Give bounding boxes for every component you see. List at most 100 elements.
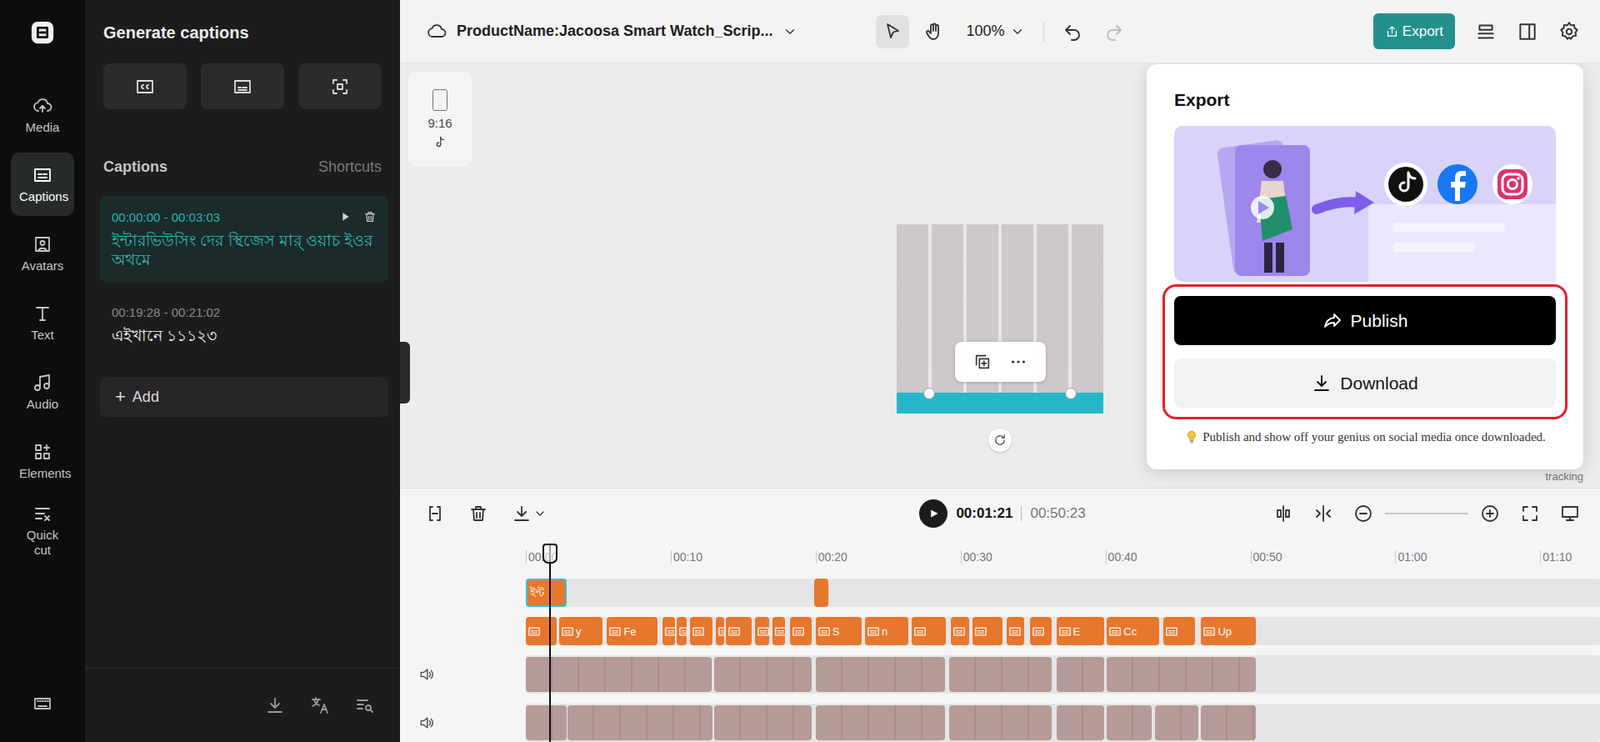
search-replace-icon[interactable] — [355, 695, 375, 715]
redo-button[interactable] — [1097, 15, 1131, 49]
timeline-clip[interactable] — [715, 616, 725, 645]
duplicate-icon[interactable] — [973, 352, 992, 371]
trash-icon[interactable] — [363, 210, 377, 224]
caption-overlay[interactable] — [896, 392, 1104, 414]
video-preview[interactable] — [896, 224, 1104, 414]
rail-item[interactable]: Text — [10, 290, 75, 355]
snap-icon[interactable] — [1273, 503, 1294, 524]
caption-text[interactable]: এইখানে ১১১২৩ — [111, 325, 377, 345]
link-icon[interactable] — [1313, 503, 1334, 524]
download-dropdown[interactable] — [511, 503, 547, 524]
gear-icon[interactable] — [1558, 20, 1580, 43]
scan-captions-button[interactable] — [298, 63, 382, 110]
timeline-clip[interactable]: Cc — [1106, 616, 1160, 645]
zoom-slider[interactable] — [1385, 512, 1469, 515]
timeline-clip[interactable] — [772, 616, 786, 645]
project-title[interactable]: ProductName:Jacoosa Smart Watch_Scrip... — [456, 22, 773, 40]
undo-button[interactable] — [1055, 15, 1090, 49]
timeline-clip[interactable] — [725, 616, 752, 645]
timeline-clip[interactable]: n — [865, 616, 909, 645]
timeline-clip[interactable] — [1155, 705, 1199, 740]
timeline-clip[interactable] — [815, 656, 945, 692]
caption-item[interactable]: 00:19:28 - 00:21:02এইখানে ১১১২৩ — [100, 290, 389, 359]
timeline-clip[interactable] — [949, 705, 1053, 740]
timeline-clip[interactable]: y — [559, 616, 603, 645]
timeline-clip[interactable]: ইন্ট — [525, 578, 567, 607]
resize-handle[interactable] — [1065, 387, 1077, 400]
keyboard-button[interactable] — [32, 693, 53, 742]
timeline-clip[interactable] — [1006, 616, 1025, 645]
side-panel-icon[interactable] — [1516, 20, 1539, 43]
timeline-clip[interactable] — [1056, 705, 1105, 740]
chevron-down-icon[interactable] — [782, 24, 798, 40]
play-icon[interactable] — [338, 210, 352, 224]
timeline-clip[interactable] — [525, 705, 567, 740]
timeline-clip[interactable] — [949, 656, 1053, 692]
volume-icon[interactable] — [418, 714, 435, 731]
rail-item[interactable]: Audio — [10, 360, 75, 424]
zoom-dropdown[interactable]: 100% — [959, 22, 1031, 40]
timeline-clip[interactable]: Up — [1200, 616, 1256, 645]
timeline-clip[interactable] — [972, 616, 1004, 645]
monitor-icon[interactable] — [1560, 503, 1580, 524]
fit-icon[interactable] — [1520, 503, 1540, 524]
rail-item[interactable]: Media — [10, 83, 75, 147]
resize-handle[interactable] — [923, 387, 935, 400]
timeline-clip[interactable]: Fe — [606, 616, 658, 645]
timeline-clip[interactable] — [714, 656, 812, 692]
select-tool[interactable] — [875, 15, 910, 49]
timeline-clip[interactable] — [950, 616, 970, 645]
ruler[interactable]: 00:0000:1000:2000:3000:4000:5001:0001:10 — [525, 538, 1600, 577]
zoom-in-icon[interactable] — [1480, 503, 1500, 524]
timeline-clip[interactable] — [1163, 616, 1195, 645]
timeline-clip[interactable] — [911, 616, 947, 645]
timeline-clip[interactable] — [662, 616, 676, 645]
timeline-clip[interactable] — [714, 705, 812, 740]
publish-button[interactable]: Publish — [1174, 295, 1556, 345]
timeline-clip[interactable] — [676, 616, 687, 645]
download-button[interactable]: Download — [1174, 358, 1556, 408]
rail-item[interactable]: Elements — [10, 429, 75, 493]
layers-icon[interactable] — [1475, 20, 1497, 43]
shortcuts-link[interactable]: Shortcuts — [318, 156, 382, 177]
play-button[interactable] — [919, 499, 948, 528]
cloud-icon[interactable] — [426, 21, 447, 42]
timeline-clip[interactable] — [790, 616, 812, 645]
manual-captions-button[interactable] — [200, 63, 285, 110]
collapse-handle[interactable] — [400, 341, 410, 404]
timeline-clip[interactable] — [1106, 705, 1152, 740]
download-icon[interactable] — [265, 695, 285, 715]
caption-item[interactable]: 00:00:00 - 00:03:03ইন্টারভিউসিং দের স্থি… — [100, 195, 389, 283]
timeline-clip[interactable] — [814, 578, 829, 607]
more-icon[interactable] — [1009, 352, 1028, 371]
export-button[interactable]: Export — [1373, 13, 1455, 50]
zoom-out-icon[interactable] — [1353, 503, 1374, 524]
volume-icon[interactable] — [418, 665, 435, 683]
timeline-clip[interactable] — [567, 705, 713, 740]
auto-captions-button[interactable] — [103, 63, 187, 110]
timeline-clip[interactable] — [690, 616, 714, 645]
hand-tool[interactable] — [917, 15, 951, 49]
rail-item[interactable]: Captions — [10, 152, 75, 216]
rotate-handle[interactable] — [988, 428, 1012, 452]
timeline-clip[interactable] — [755, 616, 770, 645]
timeline-clip[interactable] — [1200, 705, 1256, 740]
playhead[interactable] — [549, 543, 551, 742]
timeline-clip[interactable]: S — [815, 616, 863, 645]
timeline-clip[interactable] — [1030, 616, 1052, 645]
split-icon[interactable] — [425, 503, 445, 524]
logo-icon[interactable] — [28, 18, 57, 47]
aspect-ratio-button[interactable]: 9:16 — [408, 71, 472, 167]
timeline-clip[interactable] — [1056, 656, 1105, 692]
rail-item[interactable]: Avatars — [10, 221, 75, 285]
caption-text[interactable]: ইন্টারভিউসিং দের স্থিজেস মার্ ওয়াচ ইওর … — [111, 230, 377, 270]
rail-item[interactable]: Quick cut — [10, 498, 75, 562]
timeline-clip[interactable] — [525, 656, 712, 692]
timeline-clip[interactable] — [525, 616, 557, 645]
timeline-clip[interactable] — [815, 705, 945, 740]
timeline-clip[interactable] — [1106, 656, 1256, 692]
trash-icon[interactable] — [468, 503, 489, 524]
timeline-clip[interactable]: E — [1056, 616, 1105, 645]
translate-icon[interactable] — [310, 695, 330, 715]
add-caption-button[interactable]: +Add — [100, 376, 389, 417]
